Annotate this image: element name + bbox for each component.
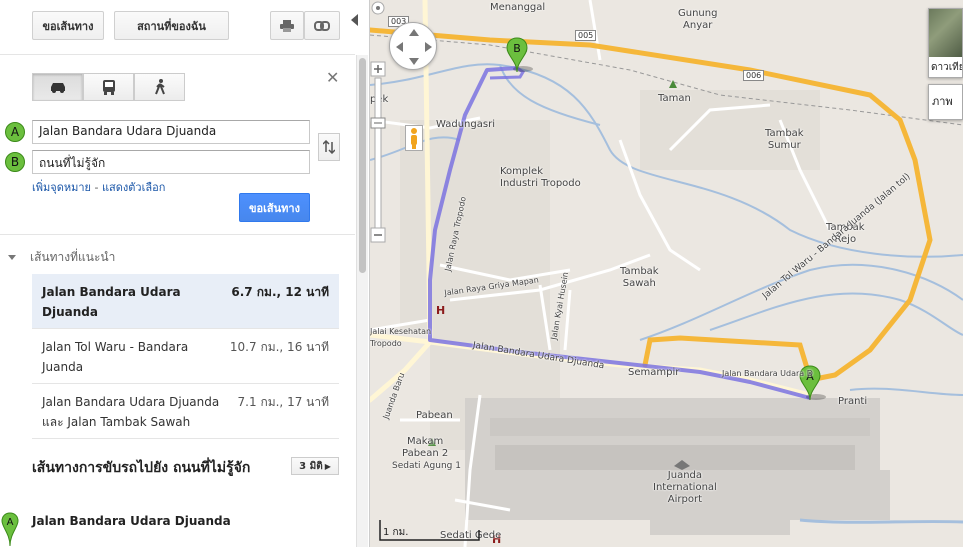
- link-button[interactable]: [304, 11, 340, 40]
- route-option[interactable]: Jalan Bandara Udara Djuanda และ Jalan Ta…: [32, 384, 339, 439]
- waypoint-a-marker: A: [5, 122, 25, 142]
- link-icon: [314, 20, 330, 31]
- show-options-link[interactable]: แสดงตัวเลือก: [102, 181, 165, 194]
- satellite-label: ดาวเทียม: [931, 62, 962, 73]
- road-shield: 006: [743, 70, 765, 81]
- place-label: Tambak Sawah: [620, 266, 659, 289]
- route-option[interactable]: Jalan Bandara Udara Djuanda 6.7 กม., 12 …: [32, 274, 339, 329]
- waypoint-b-marker: B: [5, 152, 25, 172]
- place-label: Menanggal: [490, 2, 546, 13]
- pegman-icon: [411, 128, 417, 149]
- route-distance-time: 10.7 กม., 16 นาที: [229, 340, 329, 354]
- collapse-panel-icon[interactable]: [351, 14, 358, 26]
- place-label: Gunung Anyar: [678, 8, 718, 31]
- river: [499, 64, 601, 126]
- satellite-thumbnail: [929, 9, 962, 57]
- place-label: Juanda International Airport: [653, 470, 717, 505]
- river: [709, 292, 963, 336]
- place-label: Jalai Kesehatan Tropodo: [370, 327, 432, 348]
- satellite-toggle[interactable]: ดาวเทียม: [928, 8, 963, 78]
- place-label: Wadungasri: [436, 119, 495, 130]
- link-separator: -: [90, 181, 102, 194]
- place-label: Makam Pabean 2: [402, 436, 449, 459]
- mode-transit-button[interactable]: [83, 73, 134, 101]
- pan-arrows-icon: [396, 29, 432, 65]
- zoom-slider[interactable]: [370, 0, 386, 248]
- place-label: Semampir: [628, 367, 680, 378]
- mode-car-button[interactable]: [32, 73, 83, 101]
- expand-triangle-icon: [8, 255, 16, 260]
- terrain-label: ภาพ: [932, 95, 953, 108]
- scrollbar-thumb[interactable]: [359, 58, 366, 273]
- walk-icon: [154, 79, 165, 95]
- map-view[interactable]: B A H H 003 005 006 Menanggal Gunung Any…: [370, 0, 963, 547]
- destination-input[interactable]: ถนนที่ไม่รู้จัก: [32, 150, 310, 174]
- river: [849, 387, 963, 396]
- route-name: Jalan Tol Waru - Bandara Juanda: [42, 340, 189, 374]
- add-destination-link[interactable]: เพิ่มจุดหมาย: [32, 181, 91, 194]
- mode-walk-button[interactable]: [134, 73, 185, 101]
- get-directions-button[interactable]: ขอเส้นทาง: [32, 11, 104, 40]
- start-marker-icon: A: [1, 512, 19, 547]
- marker-b-letter: B: [513, 42, 521, 55]
- river: [799, 518, 963, 524]
- place-label: Taman: [658, 93, 691, 104]
- 3d-view-button[interactable]: 3 มิติ ▶: [291, 457, 339, 475]
- suggested-routes-heading: เส้นทางที่แนะนำ: [30, 250, 116, 264]
- road-shield: 005: [575, 30, 597, 41]
- scale-label: 1 กม.: [383, 527, 409, 538]
- place-label: Pranti: [838, 396, 868, 407]
- airport-taxiway: [490, 418, 870, 436]
- route-name: Jalan Bandara Udara Djuanda: [42, 285, 181, 319]
- my-places-button[interactable]: สถานที่ของฉัน: [114, 11, 229, 40]
- submit-directions-button[interactable]: ขอเส้นทาง: [239, 193, 310, 222]
- print-icon: [280, 19, 294, 32]
- route-distance-time: 7.1 กม., 17 นาที: [237, 395, 329, 409]
- 3d-view-label: 3 มิติ: [299, 460, 323, 472]
- place-label: Komplek Industri Tropodo: [500, 166, 581, 189]
- close-icon[interactable]: ✕: [326, 68, 339, 87]
- route-name: Jalan Bandara Udara Djuanda และ Jalan Ta…: [42, 395, 220, 429]
- origin-input[interactable]: Jalan Bandara Udara Djuanda: [32, 120, 310, 144]
- street-view-pegman[interactable]: [405, 125, 423, 151]
- route-distance-time: 6.7 กม., 12 นาที: [231, 285, 329, 299]
- divider: [0, 54, 355, 55]
- start-step-name: Jalan Bandara Udara Djuanda: [32, 514, 231, 528]
- bus-icon: [102, 79, 115, 95]
- swap-waypoints-button[interactable]: [318, 133, 340, 161]
- play-icon: ▶: [324, 461, 331, 471]
- route-option[interactable]: Jalan Tol Waru - Bandara Juanda 10.7 กม.…: [32, 329, 339, 384]
- print-button[interactable]: [270, 11, 304, 40]
- pan-control[interactable]: [389, 22, 437, 70]
- car-icon: [50, 83, 65, 93]
- divider: [0, 234, 355, 235]
- directions-panel: ขอเส้นทาง สถานที่ของฉัน ✕ A Jalan Bandar…: [0, 0, 370, 547]
- place-label: Pabean: [416, 410, 453, 421]
- hospital-icon: H: [436, 304, 445, 317]
- suggested-routes-header[interactable]: เส้นทางที่แนะนำ: [8, 248, 115, 267]
- road-label: Jalan Bandara Udara D: [722, 369, 813, 378]
- swap-icon: [323, 140, 335, 154]
- map-layers-button[interactable]: ภาพ: [928, 84, 963, 120]
- place-label: Tambak Sumur: [765, 128, 804, 151]
- river: [639, 263, 963, 341]
- directions-links: เพิ่มจุดหมาย - แสดงตัวเลือก: [32, 178, 165, 196]
- panel-scrollbar[interactable]: [356, 55, 368, 547]
- start-marker-letter: A: [7, 517, 14, 528]
- place-label: Sedati Agung 1: [392, 461, 461, 471]
- driving-directions-title: เส้นทางการขับรถไปยัง ถนนที่ไม่รู้จัก: [32, 460, 251, 476]
